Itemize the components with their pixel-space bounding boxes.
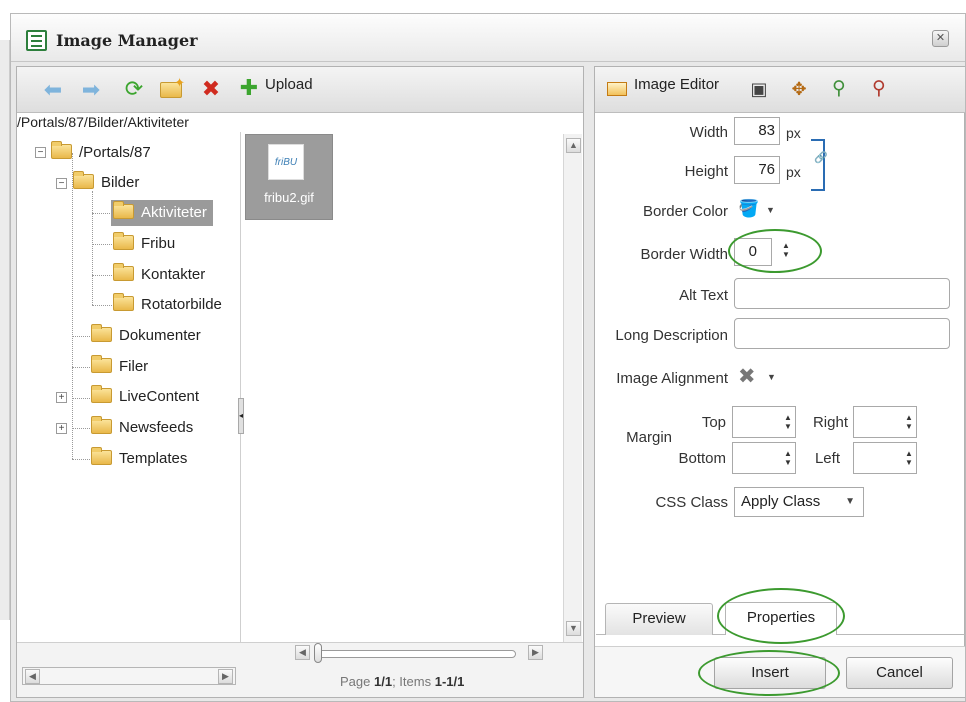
folder-icon (113, 262, 134, 281)
tree-item-portals[interactable]: /Portals/87 (51, 140, 151, 166)
margin-right-spinner[interactable]: ▲ ▼ (904, 413, 914, 431)
border-color-label: Border Color (642, 203, 728, 220)
margin-bottom-label: Bottom (678, 450, 726, 467)
folder-tree: − /Portals/87 − Bilder Aktiviteter Fribu… (17, 132, 241, 642)
zoom-in-icon[interactable]: ⚲ (826, 76, 852, 102)
scroll-left-icon[interactable]: ◀ (25, 669, 40, 684)
tree-expand-icon[interactable]: + (56, 392, 67, 403)
tab-preview[interactable]: Preview (605, 603, 713, 635)
image-alignment-label: Image Alignment (616, 370, 728, 387)
zoom-left-icon[interactable]: ◀ (295, 645, 310, 660)
forward-arrow-icon[interactable]: ➡ (78, 77, 104, 103)
no-alignment-icon[interactable]: ✖ (738, 364, 756, 389)
scroll-right-icon[interactable]: ▶ (218, 669, 233, 684)
height-input[interactable]: 76 (734, 156, 780, 184)
new-folder-icon[interactable]: ✦ (160, 75, 185, 98)
actual-size-icon[interactable]: ✥ (786, 76, 812, 102)
close-icon[interactable]: ✕ (932, 30, 949, 47)
current-path: /Portals/87/Bilder/Aktiviteter (17, 114, 189, 130)
delete-icon[interactable]: ✖ (198, 76, 224, 102)
folder-icon (91, 354, 112, 373)
margin-top-label: Top (701, 414, 726, 431)
folder-icon (73, 170, 94, 189)
window-list-icon (26, 30, 47, 51)
long-description-input[interactable] (734, 318, 950, 349)
folder-icon (91, 415, 112, 434)
pane-splitter-handle[interactable]: ◂ (238, 398, 244, 434)
scroll-up-icon[interactable]: ▲ (566, 138, 581, 153)
height-unit: px (786, 164, 801, 180)
zoom-right-icon[interactable]: ▶ (528, 645, 543, 660)
tab-properties[interactable]: Properties (725, 602, 837, 635)
image-editor-icon (607, 82, 627, 96)
tree-horizontal-scrollbar[interactable]: ◀ ▶ (22, 667, 236, 685)
constrain-proportions-bracket (811, 139, 825, 191)
upload-button[interactable]: Upload (265, 76, 313, 93)
file-name: fribu2.gif (264, 190, 314, 205)
css-class-label: CSS Class (655, 494, 728, 511)
page-edge (0, 40, 10, 620)
tree-item-rotatorbilder[interactable]: Rotatorbilde (113, 292, 222, 318)
folder-icon (113, 200, 134, 219)
pager-info: Page 1/1; Items 1-1/1 (340, 674, 465, 689)
margin-left-spinner[interactable]: ▲ ▼ (904, 449, 914, 467)
alt-text-label: Alt Text (679, 287, 728, 304)
cancel-button[interactable]: Cancel (846, 657, 953, 689)
margin-top-spinner[interactable]: ▲ ▼ (783, 413, 793, 431)
folder-icon (91, 323, 112, 342)
margin-left-label: Left (814, 450, 840, 467)
border-width-input[interactable]: 0 (734, 238, 772, 266)
zoom-out-icon[interactable]: ⚲ (866, 76, 892, 102)
chevron-down-icon[interactable]: ▼ (767, 372, 776, 382)
paint-bucket-icon[interactable]: 🪣 (738, 199, 759, 219)
alt-text-input[interactable] (734, 278, 950, 309)
width-unit: px (786, 125, 801, 141)
tree-item-filer[interactable]: Filer (91, 354, 148, 380)
tree-item-newsfeeds[interactable]: Newsfeeds (91, 415, 193, 441)
tree-item-dokumenter[interactable]: Dokumenter (91, 323, 201, 349)
chevron-down-icon[interactable]: ▼ (766, 205, 775, 215)
folder-icon (91, 384, 112, 403)
insert-button[interactable]: Insert (714, 657, 826, 689)
lock-ratio-icon[interactable]: 🔗 (814, 151, 828, 164)
tree-collapse-icon[interactable]: − (35, 147, 46, 158)
folder-icon (113, 292, 134, 311)
file-thumbnail: friBU (268, 144, 304, 180)
page-background (0, 0, 966, 10)
slider-handle[interactable] (314, 643, 322, 663)
tree-item-fribu[interactable]: Fribu (113, 231, 175, 257)
image-editor-button[interactable]: Image Editor (634, 76, 719, 93)
chevron-down-icon: ▼ (845, 496, 855, 507)
width-input[interactable]: 83 (734, 117, 780, 145)
tree-item-aktiviteter[interactable]: Aktiviteter (111, 200, 213, 226)
upload-plus-icon[interactable]: ✚ (236, 75, 262, 101)
tree-item-templates[interactable]: Templates (91, 446, 187, 472)
scroll-down-icon[interactable]: ▼ (566, 621, 581, 636)
height-label: Height (684, 163, 728, 180)
folder-icon (91, 446, 112, 465)
tree-expand-icon[interactable]: + (56, 423, 67, 434)
window-title: Image Manager (56, 31, 198, 50)
border-width-spinner[interactable]: ▲ ▼ (781, 241, 791, 259)
back-arrow-icon[interactable]: ⬅ (40, 77, 66, 103)
tree-item-kontakter[interactable]: Kontakter (113, 262, 205, 288)
file-list-scrollbar[interactable]: ▲ ▼ (563, 134, 582, 646)
margin-label: Margin (626, 429, 672, 446)
folder-icon (51, 140, 72, 159)
border-width-label: Border Width (640, 246, 728, 263)
tree-item-livecontent[interactable]: LiveContent (91, 384, 199, 410)
thumbnail-size-slider[interactable] (318, 650, 516, 658)
width-label: Width (689, 124, 728, 141)
margin-right-label: Right (812, 414, 848, 431)
margin-bottom-spinner[interactable]: ▲ ▼ (783, 449, 793, 467)
folder-icon (113, 231, 134, 250)
tree-collapse-icon[interactable]: − (56, 178, 67, 189)
fit-image-icon[interactable]: ▣ (746, 76, 772, 102)
long-description-label: Long Description (615, 327, 728, 344)
tree-item-bilder[interactable]: Bilder (73, 170, 139, 196)
css-class-select[interactable]: Apply Class ▼ (734, 487, 864, 517)
refresh-icon[interactable]: ⟳ (121, 76, 147, 102)
